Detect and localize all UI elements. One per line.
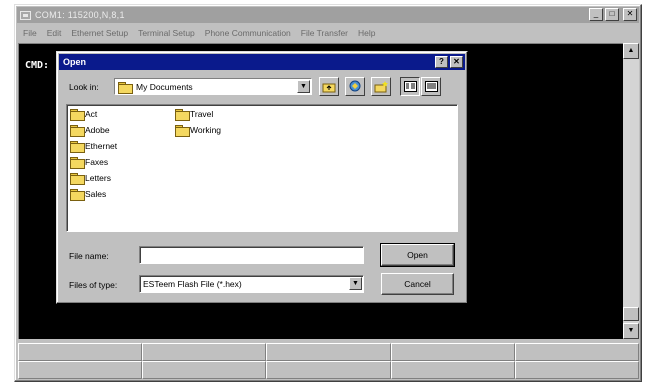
look-in-dropdown[interactable]: My Documents ▼ <box>114 78 312 95</box>
look-in-value: My Documents <box>136 81 193 92</box>
up-one-level-button[interactable] <box>319 77 339 96</box>
details-view-button[interactable] <box>421 77 441 96</box>
list-item[interactable]: Working <box>175 124 222 137</box>
menu-help[interactable]: Help <box>358 28 375 38</box>
status-cell <box>514 361 639 379</box>
help-button[interactable]: ? <box>435 56 448 68</box>
desktop-icon <box>349 80 361 92</box>
open-dialog: Open ? ✕ Look in: My Documents ▼ Act Ado… <box>56 51 468 304</box>
folder-name: Travel <box>190 109 214 119</box>
folder-icon <box>175 109 190 121</box>
folder-name: Ethernet <box>85 141 118 151</box>
folder-name: Sales <box>85 189 107 199</box>
files-of-type-dropdown[interactable]: ESTeem Flash File (*.hex) ▼ <box>139 275 364 293</box>
status-cell <box>142 361 267 379</box>
menubar: File Edit Ethernet Setup Terminal Setup … <box>19 25 637 41</box>
close-button[interactable]: ✕ <box>623 8 637 21</box>
status-cell <box>390 361 515 379</box>
open-button[interactable]: Open <box>380 243 455 267</box>
folder-icon <box>70 141 85 153</box>
vertical-scrollbar[interactable]: ▲ ▼ <box>623 43 639 339</box>
status-cell <box>18 343 143 361</box>
status-cell <box>18 361 143 379</box>
file-list[interactable]: Act Adobe Ethernet Faxes Letters Sales T… <box>66 104 458 232</box>
dialog-title: Open <box>63 57 87 67</box>
menu-edit[interactable]: Edit <box>47 28 62 38</box>
status-cell <box>266 361 391 379</box>
status-cell <box>266 343 391 361</box>
folder-name: Adobe <box>85 125 110 135</box>
folder-icon <box>70 189 85 201</box>
dialog-close-button[interactable]: ✕ <box>450 56 463 68</box>
list-item[interactable]: Adobe <box>70 124 110 137</box>
scroll-up-icon[interactable]: ▲ <box>623 43 639 59</box>
terminal-prompt: CMD: <box>25 60 50 71</box>
look-in-label: Look in: <box>69 82 99 92</box>
window-title: COM1: 115200,N,8,1 <box>35 10 125 20</box>
chevron-down-icon[interactable]: ▼ <box>297 80 310 93</box>
list-item[interactable]: Sales <box>70 188 107 201</box>
list-item[interactable]: Travel <box>175 108 214 121</box>
list-view-icon <box>403 81 417 92</box>
scroll-thumb[interactable] <box>623 307 639 321</box>
file-name-input[interactable] <box>139 246 364 264</box>
status-bar <box>18 343 639 379</box>
menu-file-transfer[interactable]: File Transfer <box>301 28 348 38</box>
details-view-icon <box>424 81 438 92</box>
window-titlebar[interactable]: COM1: 115200,N,8,1 _ □ ✕ <box>17 7 639 23</box>
folder-name: Letters <box>85 173 111 183</box>
chevron-down-icon[interactable]: ▼ <box>349 277 362 290</box>
folder-icon <box>70 109 85 121</box>
up-one-level-icon <box>322 83 336 92</box>
menu-ethernet-setup[interactable]: Ethernet Setup <box>71 28 128 38</box>
scroll-down-icon[interactable]: ▼ <box>623 323 639 339</box>
list-item[interactable]: Letters <box>70 172 111 185</box>
menu-file[interactable]: File <box>23 28 37 38</box>
cancel-button[interactable]: Cancel <box>381 273 454 295</box>
files-of-type-label: Files of type: <box>69 280 118 290</box>
menu-terminal-setup[interactable]: Terminal Setup <box>138 28 195 38</box>
list-item[interactable]: Faxes <box>70 156 109 169</box>
folder-icon <box>70 173 85 185</box>
folder-icon <box>70 125 85 137</box>
folder-name: Working <box>190 125 222 135</box>
maximize-button[interactable]: □ <box>605 8 619 21</box>
desktop-button[interactable] <box>345 77 365 96</box>
folder-name: Act <box>85 109 98 119</box>
folder-name: Faxes <box>85 157 109 167</box>
folder-icon <box>175 125 190 137</box>
new-folder-button[interactable] <box>371 77 391 96</box>
dialog-titlebar[interactable]: Open ? ✕ <box>59 54 465 70</box>
minimize-button[interactable]: _ <box>589 8 603 21</box>
list-view-button[interactable] <box>400 77 420 96</box>
new-folder-icon <box>374 80 388 92</box>
files-of-type-value: ESTeem Flash File (*.hex) <box>143 279 242 289</box>
status-cell <box>390 343 515 361</box>
status-cell <box>514 343 639 361</box>
list-item[interactable]: Act <box>70 108 98 121</box>
folder-icon <box>70 157 85 169</box>
folder-icon <box>118 81 133 94</box>
app-icon <box>20 10 31 20</box>
list-item[interactable]: Ethernet <box>70 140 118 153</box>
file-name-label: File name: <box>69 251 109 261</box>
menu-phone-communication[interactable]: Phone Communication <box>205 28 291 38</box>
status-cell <box>142 343 267 361</box>
